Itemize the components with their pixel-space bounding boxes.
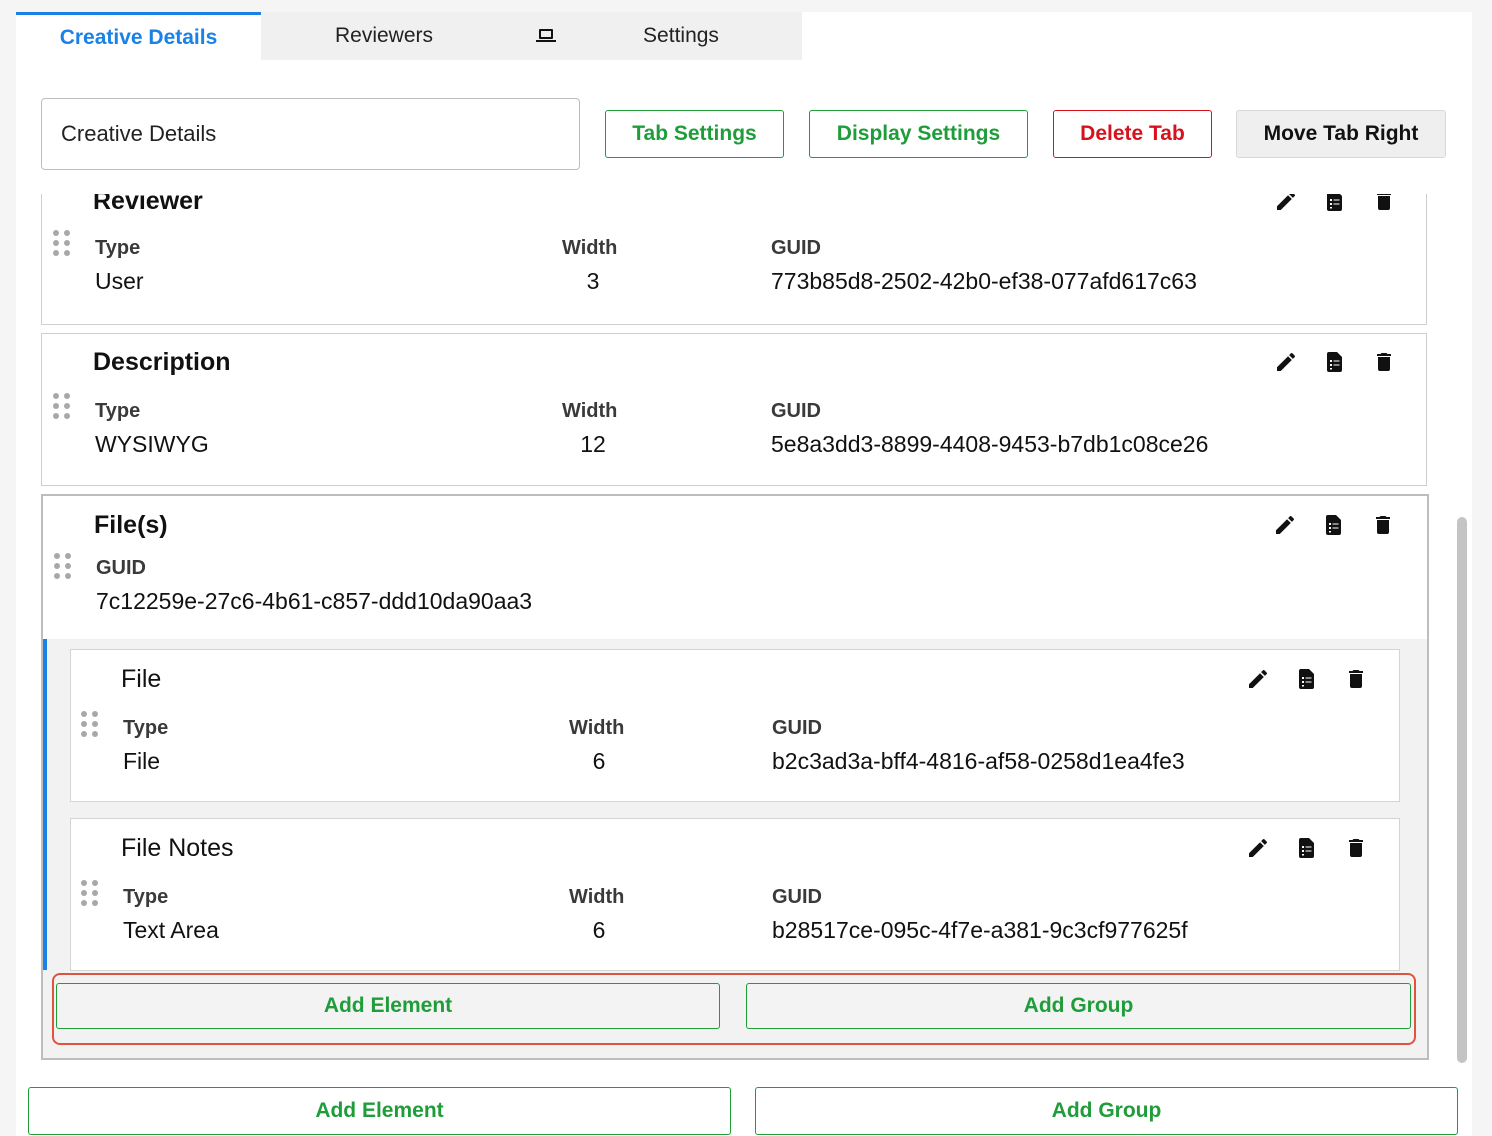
display-settings-button[interactable]: Display Settings (809, 110, 1028, 158)
tab-settings-button[interactable]: Tab Settings (605, 110, 784, 158)
document-icon[interactable] (1322, 513, 1346, 537)
pencil-icon[interactable] (1246, 836, 1270, 860)
trash-icon[interactable] (1372, 194, 1396, 213)
type-label: Type (123, 886, 169, 908)
drag-handle-icon[interactable] (81, 880, 99, 908)
add-group-button[interactable]: Add Group (755, 1087, 1458, 1135)
width-label: Width (569, 886, 625, 908)
type-label: Type (95, 400, 141, 422)
width-value: 3 (586, 268, 600, 294)
tab-reviewers[interactable]: Reviewers (276, 12, 492, 60)
guid-value: 773b85d8-2502-42b0-ef38-077afd617c63 (771, 268, 1197, 294)
group-add-group-button[interactable]: Add Group (746, 983, 1411, 1029)
width-label: Width (562, 400, 618, 422)
drag-handle-icon[interactable] (81, 711, 99, 739)
document-icon[interactable] (1295, 836, 1319, 860)
trash-icon[interactable] (1344, 836, 1368, 860)
width-label: Width (562, 237, 618, 259)
trash-icon[interactable] (1372, 350, 1396, 374)
group-children: File Type File Width 6 GUID b2c3ad3a-bff… (43, 639, 1427, 1058)
guid-value: b2c3ad3a-bff4-4816-af58-0258d1ea4fe3 (772, 748, 1185, 774)
document-icon[interactable] (1323, 350, 1347, 374)
scrollbar[interactable] (1457, 517, 1467, 1063)
element-title: File Notes (121, 834, 234, 862)
laptop-icon (536, 28, 556, 44)
tab-name-input[interactable] (41, 98, 580, 170)
guid-label: GUID (771, 237, 821, 259)
element-title: File (121, 665, 162, 693)
guid-label: GUID (771, 400, 821, 422)
drag-handle-icon[interactable] (53, 393, 71, 421)
group-add-element-button[interactable]: Add Element (56, 983, 720, 1029)
group-card[interactable]: File(s) GUID 7c12259e-27c6-4b61-c857-ddd… (41, 494, 1429, 1060)
drag-handle-icon[interactable] (53, 230, 71, 258)
element-card[interactable]: File Type File Width 6 GUID b2c3ad3a-bff… (70, 649, 1400, 802)
element-card[interactable]: File Notes Type Text Area Width 6 GUID b… (70, 818, 1400, 971)
pencil-icon[interactable] (1274, 350, 1298, 374)
pencil-icon[interactable] (1274, 194, 1298, 213)
trash-icon[interactable] (1344, 667, 1368, 691)
element-actions (1274, 350, 1398, 378)
element-card[interactable]: Reviewer Type User Width 3 GUID 773b85d8… (41, 194, 1427, 325)
element-title: Reviewer (93, 194, 203, 215)
guid-value: b28517ce-095c-4f7e-a381-9c3cf977625f (772, 917, 1188, 943)
element-title: Description (93, 348, 231, 376)
type-label: Type (123, 717, 169, 739)
document-icon[interactable] (1323, 194, 1347, 213)
type-value: Text Area (123, 917, 219, 943)
group-actions (1273, 513, 1397, 541)
trash-icon[interactable] (1371, 513, 1395, 537)
form-builder-panel: Creative Details Reviewers Settings Tab … (16, 12, 1472, 1136)
move-tab-right-button[interactable]: Move Tab Right (1236, 110, 1446, 158)
element-card[interactable]: Description Type WYSIWYG Width 12 GUID 5… (41, 333, 1427, 486)
add-element-button[interactable]: Add Element (28, 1087, 731, 1135)
type-value: File (123, 748, 161, 774)
type-value: User (95, 268, 144, 294)
tab-preview[interactable] (506, 12, 586, 60)
pencil-icon[interactable] (1246, 667, 1270, 691)
guid-label: GUID (96, 557, 146, 579)
type-label: Type (95, 237, 141, 259)
type-value: WYSIWYG (95, 431, 209, 457)
width-value: 6 (592, 917, 606, 943)
guid-value: 5e8a3dd3-8899-4408-9453-b7db1c08ce26 (771, 431, 1209, 457)
guid-label: GUID (772, 717, 822, 739)
drag-handle-icon[interactable] (54, 553, 72, 581)
group-title: File(s) (94, 511, 168, 539)
group-indicator (43, 639, 47, 970)
guid-label: GUID (772, 886, 822, 908)
delete-tab-button[interactable]: Delete Tab (1053, 110, 1212, 158)
tab-creative-details[interactable]: Creative Details (16, 12, 261, 60)
width-value: 12 (580, 431, 606, 457)
tab-bar: Creative Details Reviewers Settings (16, 12, 802, 60)
guid-value: 7c12259e-27c6-4b61-c857-ddd10da90aa3 (96, 588, 533, 614)
width-label: Width (569, 717, 625, 739)
element-actions (1246, 836, 1370, 864)
width-value: 6 (592, 748, 606, 774)
pencil-icon[interactable] (1273, 513, 1297, 537)
tab-settings[interactable]: Settings (596, 12, 766, 60)
element-actions (1246, 667, 1370, 695)
element-actions (1274, 194, 1398, 217)
document-icon[interactable] (1295, 667, 1319, 691)
elements-list[interactable]: Reviewer Type User Width 3 GUID 773b85d8… (16, 194, 1472, 1136)
